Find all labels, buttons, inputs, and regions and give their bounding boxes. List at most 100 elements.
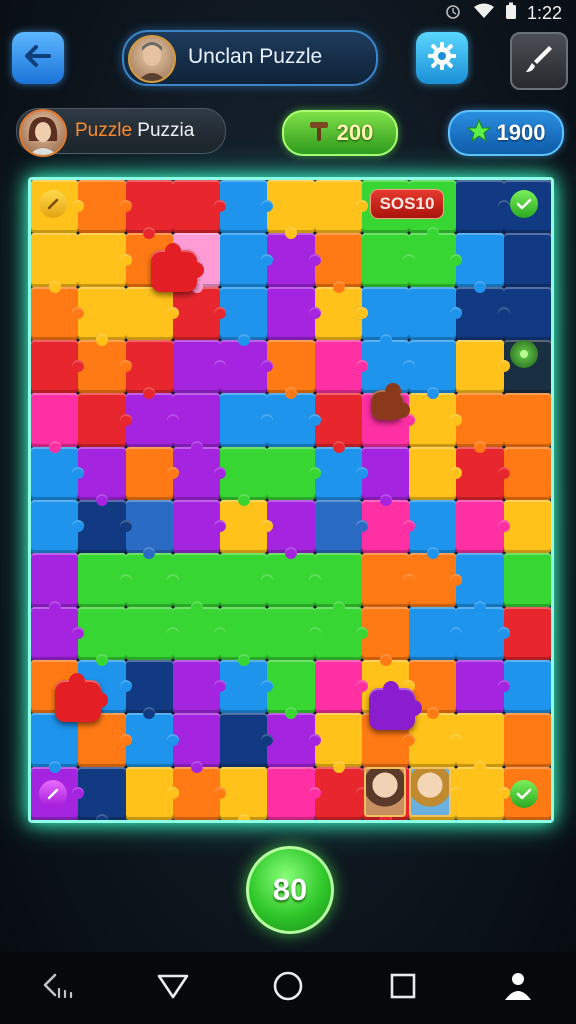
puzzle-piece[interactable] (220, 553, 274, 607)
puzzle-piece[interactable] (125, 339, 173, 400)
puzzle-piece[interactable] (220, 713, 274, 767)
puzzle-piece[interactable] (220, 606, 268, 667)
corner-check-bottom[interactable] (510, 780, 538, 808)
loose-piece-red-bottom[interactable] (55, 673, 108, 722)
puzzle-piece[interactable] (220, 286, 268, 347)
puzzle-piece[interactable] (172, 393, 221, 454)
puzzle-piece[interactable] (125, 180, 173, 240)
puzzle-piece[interactable] (503, 606, 551, 660)
puzzle-piece[interactable] (267, 606, 321, 660)
puzzle-piece[interactable] (267, 180, 315, 240)
puzzle-piece[interactable] (267, 286, 321, 340)
settings-button[interactable] (416, 32, 468, 84)
puzzle-piece[interactable] (172, 606, 227, 660)
puzzle-piece[interactable] (503, 553, 551, 607)
puzzle-piece[interactable] (267, 233, 321, 287)
puzzle-grid[interactable] (31, 180, 551, 820)
puzzle-piece[interactable] (314, 180, 369, 234)
loose-piece-brown[interactable] (371, 383, 410, 420)
puzzle-piece[interactable] (31, 286, 85, 340)
puzzle-piece[interactable] (172, 713, 221, 774)
puzzle-piece[interactable] (361, 446, 410, 507)
loose-piece-red-top[interactable] (151, 243, 204, 292)
puzzle-piece[interactable] (361, 286, 410, 347)
puzzle-piece[interactable] (78, 180, 132, 234)
nav-home[interactable] (258, 958, 318, 1018)
puzzle-piece[interactable] (409, 393, 463, 447)
puzzle-piece[interactable] (78, 553, 132, 607)
puzzle-piece[interactable] (456, 606, 511, 660)
puzzle-piece[interactable] (456, 393, 504, 454)
puzzle-piece[interactable] (220, 766, 268, 820)
portrait-tile-1[interactable] (364, 767, 406, 817)
puzzle-piece[interactable] (503, 446, 551, 500)
puzzle-piece[interactable] (78, 446, 126, 507)
puzzle-piece[interactable] (31, 339, 85, 394)
corner-slash-purple[interactable] (39, 780, 67, 808)
puzzle-piece[interactable] (503, 499, 551, 554)
stars-counter[interactable]: 1900 (448, 110, 564, 156)
puzzle-piece[interactable] (267, 446, 321, 500)
puzzle-piece[interactable] (267, 713, 321, 767)
puzzle-piece[interactable] (267, 659, 315, 720)
puzzle-piece[interactable] (409, 339, 457, 400)
corner-slash-yellow[interactable] (39, 190, 67, 218)
puzzle-piece[interactable] (125, 606, 180, 660)
puzzle-piece[interactable] (220, 659, 274, 714)
puzzle-piece[interactable] (125, 713, 180, 767)
puzzle-piece[interactable] (314, 339, 369, 394)
puzzle-piece[interactable] (172, 286, 227, 340)
puzzle-piece[interactable] (456, 499, 511, 554)
puzzle-board[interactable]: SOS10 (28, 177, 554, 823)
puzzle-piece[interactable] (503, 713, 551, 767)
puzzle-piece[interactable] (456, 180, 511, 234)
puzzle-piece[interactable] (78, 393, 132, 447)
puzzle-piece[interactable] (31, 393, 79, 454)
puzzle-piece[interactable] (456, 659, 511, 714)
puzzle-piece[interactable] (78, 499, 132, 554)
nav-assistant[interactable] (488, 958, 548, 1018)
puzzle-piece[interactable] (456, 713, 504, 774)
puzzle-piece[interactable] (409, 499, 457, 560)
puzzle-piece[interactable] (125, 659, 173, 720)
puzzle-piece[interactable] (456, 233, 504, 294)
puzzle-piece[interactable] (456, 446, 511, 500)
puzzle-piece[interactable] (409, 553, 463, 607)
puzzle-piece[interactable] (409, 713, 463, 767)
puzzle-piece[interactable] (314, 766, 369, 820)
puzzle-piece[interactable] (220, 233, 274, 287)
loose-piece-purple[interactable] (369, 681, 422, 730)
puzzle-piece[interactable] (31, 499, 85, 554)
back-button[interactable] (12, 32, 64, 84)
puzzle-piece[interactable] (31, 606, 85, 660)
puzzle-piece[interactable] (314, 446, 369, 500)
puzzle-piece[interactable] (314, 553, 362, 614)
puzzle-piece[interactable] (78, 286, 126, 347)
puzzle-piece[interactable] (125, 286, 180, 340)
puzzle-piece[interactable] (409, 286, 463, 340)
puzzle-piece[interactable] (78, 606, 126, 667)
puzzle-piece[interactable] (125, 499, 173, 560)
puzzle-piece[interactable] (172, 766, 227, 820)
puzzle-piece[interactable] (31, 553, 79, 614)
puzzle-piece[interactable] (125, 766, 180, 820)
edit-button[interactable] (510, 32, 568, 90)
puzzle-piece[interactable] (361, 553, 416, 607)
puzzle-piece[interactable] (172, 446, 227, 500)
puzzle-piece[interactable] (220, 499, 274, 554)
puzzle-piece[interactable] (31, 233, 79, 294)
coins-counter[interactable]: 200 (282, 110, 398, 156)
nav-triangle[interactable] (143, 958, 203, 1018)
puzzle-piece[interactable] (409, 446, 463, 500)
nav-back[interactable] (28, 958, 88, 1018)
puzzle-piece[interactable] (267, 339, 315, 400)
puzzle-piece[interactable] (314, 713, 362, 774)
puzzle-piece[interactable] (172, 499, 227, 554)
puzzle-piece[interactable] (31, 446, 85, 500)
puzzle-piece[interactable] (220, 446, 268, 507)
puzzle-piece[interactable] (267, 766, 321, 820)
puzzle-piece[interactable] (314, 606, 369, 660)
puzzle-piece[interactable] (409, 233, 463, 287)
puzzle-piece[interactable] (456, 766, 511, 820)
puzzle-piece[interactable] (361, 606, 410, 667)
